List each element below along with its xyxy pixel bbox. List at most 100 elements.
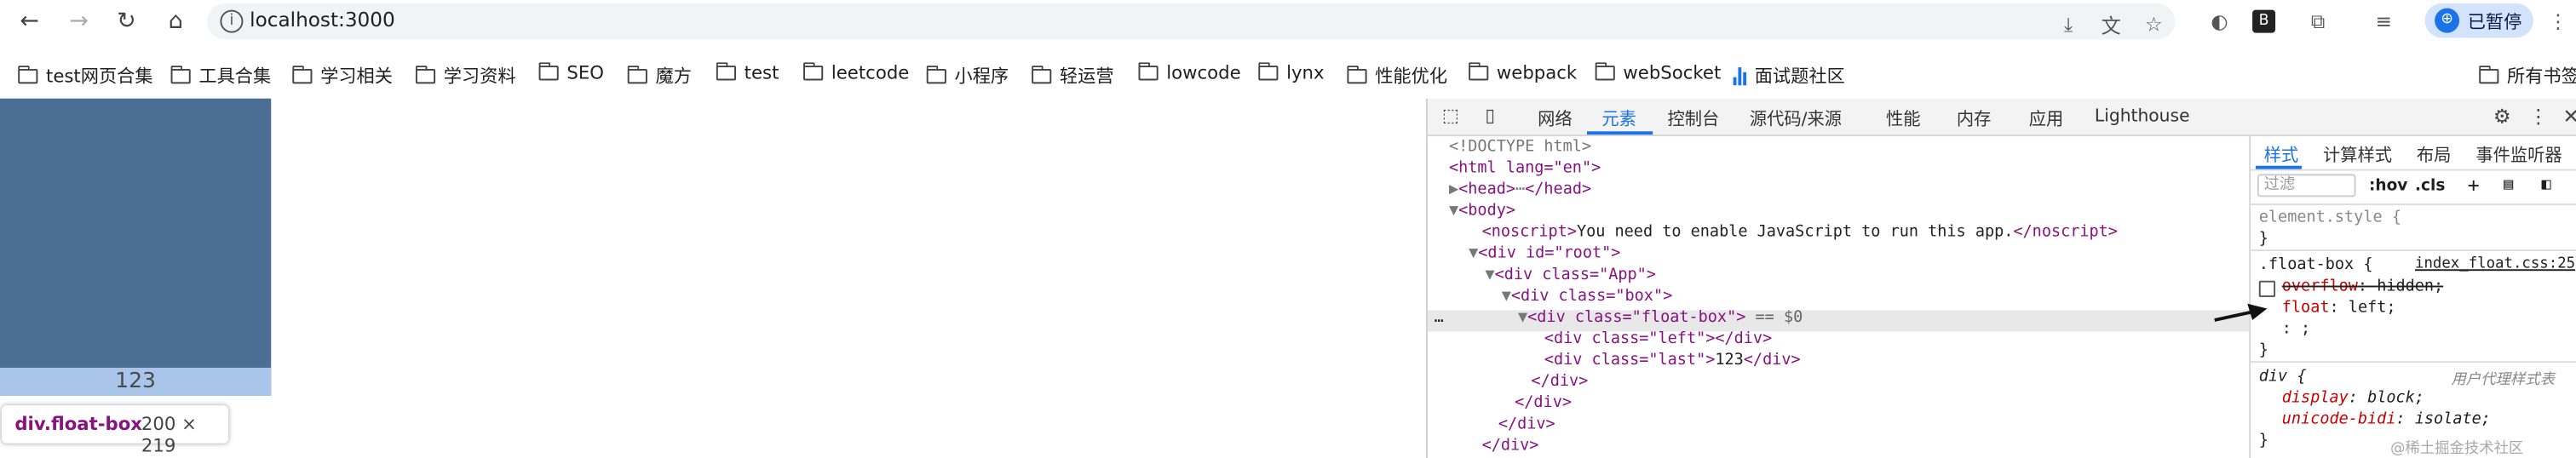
divider xyxy=(2251,203,2576,206)
collapse-icon[interactable]: ▼ xyxy=(1518,309,1527,327)
bookmark-item[interactable]: 魔方 xyxy=(627,62,692,89)
inspect-icon[interactable]: ⬚ xyxy=(1437,100,1463,130)
tab-memory[interactable]: 内存 xyxy=(1957,106,1991,131)
translate-icon[interactable]: 文 xyxy=(2096,10,2126,40)
paint-icon[interactable]: ▤ xyxy=(2504,175,2513,193)
tab-elements[interactable]: 元素 xyxy=(1601,106,1636,131)
tab-network[interactable]: 网络 xyxy=(1538,106,1572,131)
dom-line[interactable]: ▼<div id="root"> xyxy=(1469,243,1620,264)
bookmark-item[interactable]: 面试题社区 xyxy=(1733,62,1845,89)
property-checkbox[interactable] xyxy=(2258,280,2276,298)
cls-toggle[interactable]: .cls xyxy=(2415,177,2445,195)
add-rule-icon[interactable]: + xyxy=(2468,174,2480,197)
bookmark-item[interactable]: SEO xyxy=(538,62,604,83)
extension-b-icon[interactable]: B xyxy=(2252,9,2276,33)
styles-pane: 样式 计算样式 布局 事件监听器 过滤 :hov .cls + ▤ ◧ elem… xyxy=(2249,136,2576,458)
annotation-arrow-icon xyxy=(2214,303,2268,322)
bookmark-item[interactable]: webpack xyxy=(1469,62,1577,83)
bookmark-item[interactable]: test网页合集 xyxy=(18,62,153,89)
collapse-icon[interactable]: ▼ xyxy=(1502,287,1511,305)
dom-line[interactable]: ▶<head>⋯</head> xyxy=(1449,179,1591,200)
watermark: @稀土掘金技术社区 xyxy=(2390,441,2524,458)
divider xyxy=(2251,361,2576,364)
collapse-icon[interactable]: ▼ xyxy=(1449,202,1458,220)
tab-layout[interactable]: 布局 xyxy=(2417,143,2452,168)
float-declaration[interactable]: float: left; xyxy=(2282,299,2396,317)
bookmark-item[interactable]: test xyxy=(716,62,779,83)
tab-computed[interactable]: 计算样式 xyxy=(2323,143,2392,168)
folder-icon xyxy=(2479,65,2499,83)
install-icon[interactable]: ⤓ xyxy=(2054,10,2084,40)
collapse-icon[interactable]: ▼ xyxy=(1469,244,1478,262)
bookmark-item[interactable]: lowcode xyxy=(1138,62,1241,83)
settings-icon[interactable]: ⚙ xyxy=(2486,100,2519,134)
tab-sources[interactable]: 源代码/来源 xyxy=(1750,106,1842,131)
display-declaration: display: block; xyxy=(2281,389,2424,408)
extension-icon[interactable]: ◐ xyxy=(2205,7,2234,37)
more-icon[interactable]: ⋮ xyxy=(2521,100,2555,134)
star-icon[interactable]: ☆ xyxy=(2139,10,2169,40)
empty-declaration[interactable]: : ; xyxy=(2282,320,2310,338)
dom-line[interactable]: ▼<body> xyxy=(1449,200,1515,221)
menu-icon[interactable]: ⋮ xyxy=(2543,7,2573,37)
bookmark-item[interactable]: 学习相关 xyxy=(292,62,393,89)
expand-icon[interactable]: ▶ xyxy=(1449,180,1458,198)
tab-event-listeners[interactable]: 事件监听器 xyxy=(2475,143,2562,168)
tab-performance[interactable]: 性能 xyxy=(1886,106,1921,131)
folder-icon xyxy=(1138,62,1159,81)
sidebar-toggle-icon[interactable]: ◧ xyxy=(2541,175,2550,193)
tab-console[interactable]: 控制台 xyxy=(1667,106,1719,131)
dom-line[interactable]: </div> xyxy=(1515,392,1572,414)
bar-chart-icon xyxy=(1733,66,1747,85)
row-menu-icon[interactable]: … xyxy=(1435,307,1444,329)
bookmark-item[interactable]: 小程序 xyxy=(926,62,1009,89)
collapse-icon[interactable]: ▼ xyxy=(1485,266,1494,283)
folder-icon xyxy=(1469,62,1489,81)
tab-application[interactable]: 应用 xyxy=(2029,106,2064,131)
device-toolbar-icon[interactable]: ▯ xyxy=(1477,100,1504,130)
bookmark-item[interactable]: leetcode xyxy=(803,62,909,83)
site-info-icon[interactable]: i xyxy=(220,9,244,33)
reload-icon[interactable]: ↻ xyxy=(110,5,143,38)
bookmark-item[interactable]: webSocket xyxy=(1595,62,1721,83)
bookmark-item[interactable]: 性能优化 xyxy=(1347,62,1447,89)
tab-styles[interactable]: 样式 xyxy=(2264,143,2299,168)
dom-line[interactable]: ▼<div class="box"> xyxy=(1502,286,1673,307)
last-box: 123 xyxy=(0,367,272,396)
close-icon[interactable]: ✕ xyxy=(2555,100,2576,134)
dom-line[interactable]: <div class="left"></div> xyxy=(1544,329,1772,350)
puzzle-icon[interactable]: ⧉ xyxy=(2303,7,2333,37)
address-bar[interactable]: i localhost:3000 ⤓ 文 ☆ xyxy=(206,3,2176,40)
all-bookmarks[interactable]: 所有书签 xyxy=(2479,62,2576,89)
div-selector[interactable]: div { xyxy=(2259,368,2307,386)
forward-icon[interactable]: → xyxy=(62,5,95,38)
float-box-selector[interactable]: .float-box { xyxy=(2259,256,2373,274)
dom-line[interactable]: <noscript>You need to enable JavaScript … xyxy=(1482,221,2118,243)
profile-button[interactable]: ⊕ 已暂停 xyxy=(2424,3,2533,38)
devtools-panel: ⬚ ▯ 网络 元素 控制台 源代码/来源 性能 内存 应用 Lighthouse… xyxy=(1425,98,2576,458)
styles-filter-input[interactable]: 过滤 xyxy=(2257,174,2356,198)
dom-line[interactable]: ▼<div class="App"> xyxy=(1485,264,1656,285)
profile-status: 已暂停 xyxy=(2467,11,2522,33)
folder-icon xyxy=(1258,62,1279,81)
bookmark-item[interactable]: 工具合集 xyxy=(170,62,271,89)
dom-line[interactable]: <html lang="en"> xyxy=(1449,157,1601,179)
dom-line-selected[interactable]: ▼<div class="float-box"> == $0 xyxy=(1518,307,1803,329)
dom-line[interactable]: </div> xyxy=(1482,435,1539,456)
bookmark-item[interactable]: lynx xyxy=(1258,62,1325,83)
home-icon[interactable]: ⌂ xyxy=(159,5,193,38)
dom-line[interactable]: <div class="last">123</div> xyxy=(1544,350,1801,371)
back-icon[interactable]: ← xyxy=(13,5,46,38)
dom-line[interactable]: </div> xyxy=(1531,371,1588,392)
overflow-declaration[interactable]: overflow: hidden; xyxy=(2282,278,2443,295)
source-link[interactable]: index_float.css:25 xyxy=(2415,256,2575,272)
bookmark-item[interactable]: 学习资料 xyxy=(415,62,516,89)
tab-lighthouse[interactable]: Lighthouse xyxy=(2095,106,2190,126)
dom-line[interactable]: </div> xyxy=(1498,414,1555,435)
bookmark-item[interactable]: 轻运营 xyxy=(1032,62,1114,89)
tab-search-icon[interactable]: ≡ xyxy=(2369,7,2399,37)
element-style-rule[interactable]: element.style { xyxy=(2259,209,2401,226)
devtools-tabbar: ⬚ ▯ 网络 元素 控制台 源代码/来源 性能 内存 应用 Lighthouse… xyxy=(1427,98,2576,137)
hov-toggle[interactable]: :hov xyxy=(2369,177,2407,195)
dom-line[interactable]: <!DOCTYPE html> xyxy=(1449,136,1591,157)
